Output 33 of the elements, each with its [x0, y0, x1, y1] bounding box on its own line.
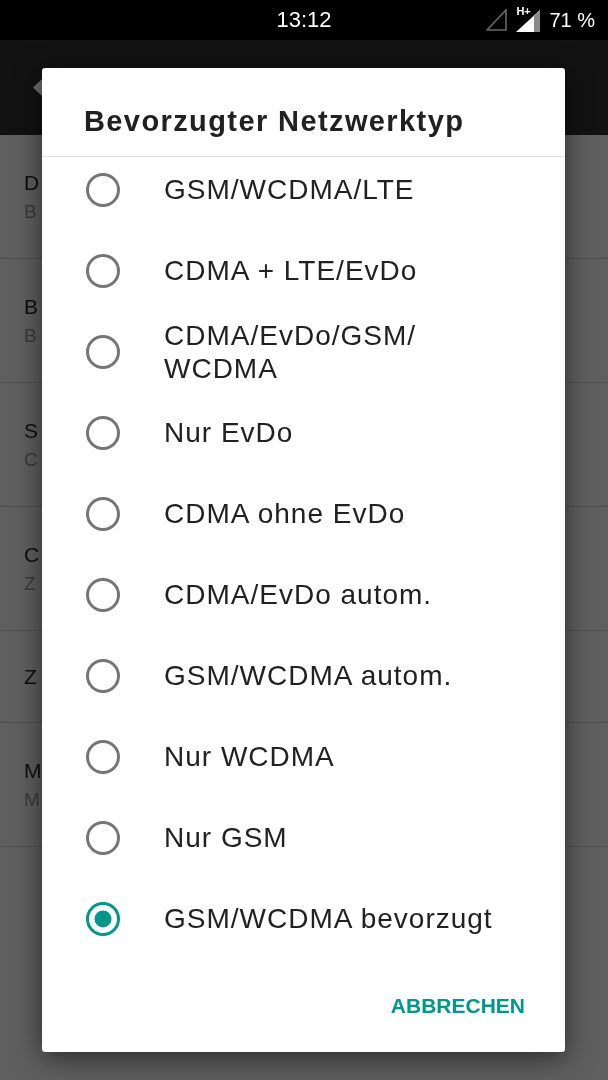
- radio-icon[interactable]: [86, 820, 120, 855]
- radio-icon[interactable]: [86, 577, 120, 612]
- network-type-option[interactable]: GSM/WCDMA bevorzugt: [42, 878, 565, 958]
- setting-title: S: [24, 417, 38, 444]
- dialog-title: Bevorzugter Netzwerktyp: [84, 103, 465, 138]
- radio-icon[interactable]: [86, 172, 120, 207]
- cancel-button[interactable]: ABBRECHEN: [380, 982, 535, 1030]
- setting-title: C: [24, 541, 40, 568]
- arrow-icon[interactable]: [33, 79, 42, 96]
- radio-icon[interactable]: [86, 496, 120, 531]
- radio-icon[interactable]: [86, 253, 120, 288]
- radio-icon[interactable]: [86, 415, 120, 450]
- radio-icon[interactable]: [86, 334, 120, 369]
- network-type-option[interactable]: CDMA/EvDo/GSM/WCDMA: [42, 311, 565, 392]
- setting-title: Z: [24, 663, 37, 690]
- network-type-option[interactable]: Nur WCDMA: [42, 716, 565, 797]
- network-type-option[interactable]: CDMA ohne EvDo: [42, 473, 565, 554]
- setting-title: B: [24, 293, 38, 320]
- setting-title: D: [24, 169, 40, 196]
- radio-icon[interactable]: [86, 901, 120, 936]
- network-type-option[interactable]: CDMA + LTE/EvDo: [42, 230, 565, 311]
- setting-title: M: [24, 757, 42, 784]
- network-type-option[interactable]: Nur GSM: [42, 797, 565, 878]
- signal-icon: [486, 9, 508, 31]
- clock-time: 13:12: [276, 7, 332, 33]
- network-type-label: H+: [516, 5, 531, 17]
- network-type-option[interactable]: CDMA/EvDo autom.: [42, 554, 565, 635]
- network-type-option[interactable]: GSM/WCDMA autom.: [42, 635, 565, 716]
- radio-icon[interactable]: [86, 658, 120, 693]
- battery-percentage: 71 %: [549, 8, 595, 32]
- network-type-option[interactable]: Nur EvDo: [42, 392, 565, 473]
- network-type-option[interactable]: GSM/WCDMA/LTE: [42, 157, 565, 230]
- radio-icon[interactable]: [86, 739, 120, 774]
